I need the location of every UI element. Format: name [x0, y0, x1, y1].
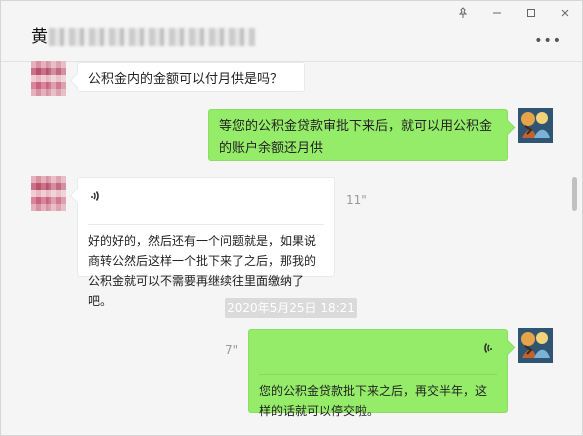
- chat-title-text: 黄: [31, 27, 48, 47]
- voice-divider: [259, 374, 497, 375]
- message-bubble-friend-1: 公积金内的金额可以付月供是吗？: [77, 62, 305, 92]
- my-avatar[interactable]: [518, 328, 553, 363]
- blurred-contact-name: [49, 28, 255, 46]
- more-options-button[interactable]: •••: [534, 33, 562, 49]
- friend-avatar[interactable]: [31, 176, 66, 211]
- close-icon[interactable]: [548, 1, 582, 25]
- timestamp-badge: 2020年5月25日 18:21: [225, 298, 357, 318]
- voice-transcript: 您的公积金贷款批下来之后，再交半年，这样的话就可以停交啦。: [259, 384, 488, 418]
- friend-avatar[interactable]: [31, 61, 66, 96]
- window-controls: [446, 1, 582, 25]
- avatar-image: [518, 328, 553, 363]
- scrollbar-thumb[interactable]: [572, 177, 577, 211]
- voice-wave-icon: [484, 343, 493, 353]
- voice-message-me[interactable]: 您的公积金贷款批下来之后，再交半年，这样的话就可以停交啦。: [248, 329, 508, 418]
- voice-wave-icon: [91, 191, 99, 201]
- minimize-icon[interactable]: [480, 1, 514, 25]
- voice-duration: 11": [346, 193, 367, 207]
- voice-divider: [88, 224, 324, 225]
- maximize-icon[interactable]: [514, 1, 548, 25]
- message-text: 等您的公积金贷款审批下来后，就可以用公积金的账户余额还月供: [219, 119, 493, 156]
- message-bubble-me-1: 等您的公积金贷款审批下来后，就可以用公积金的账户余额还月供: [208, 109, 508, 161]
- voice-message-friend[interactable]: 好的好的，然后还有一个问题就是，如果说商转公然后这样一个批下来了之后，那我的公积…: [77, 177, 335, 308]
- chat-window: 黄 ••• 公积金内的金额可以付月供是吗？ 等您的公积金贷款审批下来后，就可以用…: [0, 0, 583, 436]
- avatar-image: [518, 108, 553, 143]
- my-avatar[interactable]: [518, 108, 553, 143]
- chat-header: 黄 •••: [1, 25, 582, 62]
- voice-duration: 7": [225, 343, 239, 357]
- chat-title: 黄: [31, 25, 48, 49]
- message-text: 公积金内的金额可以付月供是吗？: [88, 72, 284, 87]
- pin-icon[interactable]: [446, 1, 480, 25]
